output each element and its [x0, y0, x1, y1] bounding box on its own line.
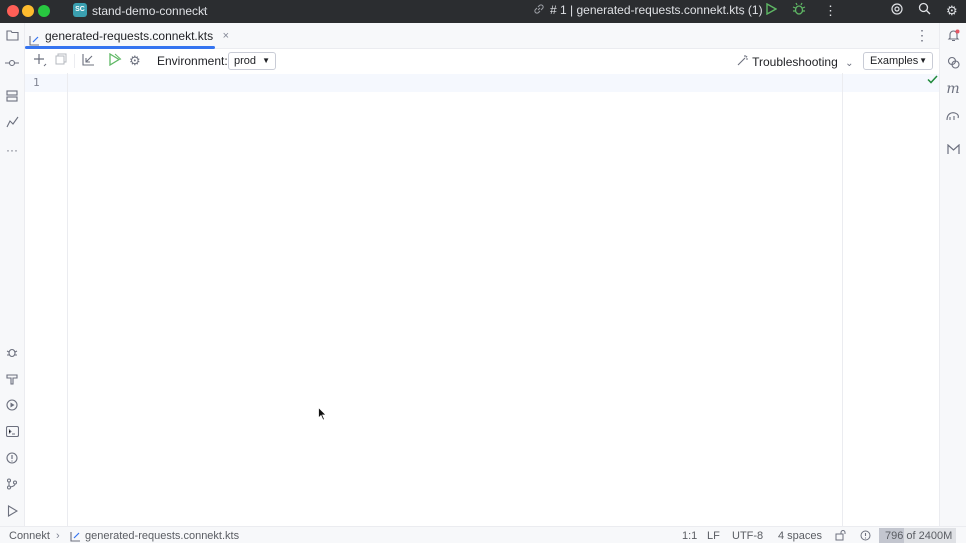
- memory-indicator[interactable]: 796 of 2400M: [879, 528, 956, 543]
- troubleshooting-menu[interactable]: Troubleshooting ⌄: [737, 54, 853, 69]
- lock-icon[interactable]: [835, 530, 847, 544]
- endpoints-icon[interactable]: [0, 116, 24, 132]
- copy-icon[interactable]: [55, 53, 67, 69]
- environment-label: Environment:: [157, 54, 228, 68]
- ai-chat-icon[interactable]: [940, 56, 966, 73]
- folder-icon[interactable]: [0, 29, 24, 45]
- toolbar-separator: [74, 54, 75, 68]
- services-icon[interactable]: [0, 399, 24, 415]
- more-horizontal-icon[interactable]: ···: [0, 142, 24, 158]
- current-line-highlight: [25, 74, 939, 92]
- gradle-icon[interactable]: [940, 109, 966, 125]
- gear-icon[interactable]: ⚙: [129, 53, 141, 69]
- chevron-down-icon[interactable]: ⌄: [738, 4, 746, 22]
- gear-icon[interactable]: ⚙: [946, 2, 958, 20]
- build-icon[interactable]: [0, 373, 24, 389]
- breadcrumb-separator-icon: ›: [56, 530, 60, 542]
- file-encoding[interactable]: UTF-8: [732, 530, 763, 542]
- bug-icon[interactable]: [0, 346, 24, 362]
- chevron-down-icon: ⌄: [845, 58, 854, 69]
- line-number-gutter[interactable]: 1: [25, 73, 68, 526]
- right-tool-window-strip: m: [939, 23, 966, 526]
- breadcrumb-file[interactable]: generated-requests.connekt.kts: [85, 530, 239, 542]
- more-vertical-icon[interactable]: ⋮: [824, 2, 837, 20]
- import-icon[interactable]: [82, 53, 96, 71]
- git-icon[interactable]: [0, 478, 24, 494]
- run-configuration-selector[interactable]: # 1 | generated-requests.connekt.kts (1): [550, 3, 763, 17]
- close-icon[interactable]: ×: [223, 23, 229, 49]
- commit-icon[interactable]: [0, 55, 24, 71]
- maven-icon[interactable]: m: [940, 81, 966, 97]
- editor-tab-label: generated-requests.connekt.kts: [45, 29, 214, 43]
- editor-tab[interactable]: generated-requests.connekt.kts ×: [25, 23, 235, 49]
- window-close-button[interactable]: [7, 5, 19, 17]
- checkmark-icon[interactable]: [927, 73, 938, 87]
- run-tool-window-icon[interactable]: [0, 505, 24, 521]
- memory-indicator-text: 796 of 2400M: [885, 530, 953, 542]
- structure-icon[interactable]: [0, 90, 24, 106]
- indent-setting[interactable]: 4 spaces: [778, 530, 822, 542]
- magic-wand-icon: [737, 55, 752, 69]
- line-ending[interactable]: LF: [707, 530, 720, 542]
- status-bar: Connekt › generated-requests.connekt.kts…: [0, 526, 966, 543]
- left-tool-window-strip: ···: [0, 23, 25, 526]
- run-icon[interactable]: [765, 2, 778, 20]
- title-bar: SC stand-demo-conneckt ⌄ # 1 | generated…: [0, 0, 966, 23]
- caret-down-icon: ▼: [919, 56, 927, 65]
- chevron-down-icon[interactable]: ⌄: [200, 3, 208, 14]
- inspection-icon[interactable]: [860, 530, 871, 544]
- terminal-icon[interactable]: [0, 425, 24, 441]
- window-minimize-button[interactable]: [22, 5, 34, 17]
- environment-select[interactable]: prod ▼: [228, 52, 276, 70]
- code-editor[interactable]: 1: [25, 73, 939, 526]
- notifications-icon[interactable]: [940, 29, 966, 46]
- examples-label: Examples: [870, 55, 919, 67]
- more-vertical-icon[interactable]: ⋮: [915, 27, 929, 44]
- examples-dropdown[interactable]: Examples ▼: [863, 52, 933, 70]
- breadcrumb-root[interactable]: Connekt: [9, 530, 50, 542]
- project-badge[interactable]: SC: [73, 3, 87, 17]
- run-all-icon[interactable]: [108, 52, 122, 70]
- markdown-icon[interactable]: [940, 143, 966, 159]
- editor-toolbar: ⚙ Environment: prod ▼ Troubleshooting ⌄ …: [25, 49, 939, 73]
- line-number: 1: [33, 76, 40, 89]
- environment-select-value: prod: [234, 55, 257, 67]
- search-icon[interactable]: [918, 2, 931, 20]
- right-margin-guide: [842, 73, 843, 526]
- project-name[interactable]: stand-demo-conneckt: [92, 4, 207, 18]
- link-icon: [533, 2, 545, 20]
- debug-icon[interactable]: [792, 2, 806, 21]
- ai-assistant-icon[interactable]: [890, 2, 904, 21]
- caret-position[interactable]: 1:1: [682, 530, 697, 542]
- problems-icon[interactable]: [0, 452, 24, 468]
- mouse-pointer-icon: [318, 406, 327, 424]
- add-request-icon[interactable]: [33, 53, 47, 71]
- troubleshooting-label: Troubleshooting: [752, 55, 838, 69]
- editor-tab-bar: generated-requests.connekt.kts × ⋮: [25, 23, 939, 49]
- caret-down-icon: ▼: [262, 56, 270, 65]
- window-maximize-button[interactable]: [38, 5, 50, 17]
